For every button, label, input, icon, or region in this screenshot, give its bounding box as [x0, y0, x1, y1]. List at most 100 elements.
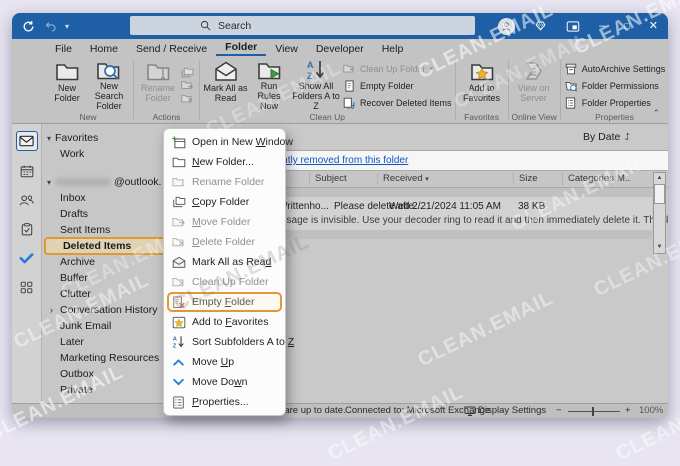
folder-label: Drafts — [60, 208, 88, 220]
zoom-slider-thumb[interactable] — [592, 407, 594, 416]
show-all-folders-button[interactable]: AZ Show All Folders A to Z — [290, 57, 342, 111]
column-separator — [377, 173, 378, 185]
menu-item-new-folder[interactable]: New Folder... — [164, 152, 285, 172]
folder-label: Sent Items — [60, 224, 110, 236]
display-settings-label[interactable]: Display Settings — [478, 405, 546, 416]
ribbon-tab-folder[interactable]: Folder — [216, 39, 266, 56]
column-header-size[interactable]: Size — [519, 173, 537, 184]
premium-diamond-icon[interactable] — [534, 20, 547, 32]
ribbon-tab-help[interactable]: Help — [373, 39, 413, 56]
recover-deleted-items-button[interactable]: Recover Deleted Items — [342, 94, 452, 111]
tasks-nav-icon[interactable] — [17, 220, 37, 238]
folder-properties-label: Folder Properties — [582, 98, 651, 108]
rename-folder-icon — [146, 59, 170, 83]
menu-item-label: Sort Subfolders A to Z — [192, 336, 294, 348]
undo-icon[interactable] — [45, 20, 57, 32]
rename-folder-icon — [171, 176, 186, 188]
search-input[interactable]: Search — [130, 16, 475, 35]
chevron-down-icon: ▾ — [47, 134, 51, 143]
new-search-folder-button[interactable]: New Search Folder — [88, 57, 130, 111]
todo-nav-icon[interactable] — [17, 249, 37, 267]
meet-now-icon[interactable] — [566, 21, 580, 32]
scroll-up-icon[interactable]: ▲ — [657, 173, 663, 184]
svg-text:Z: Z — [173, 344, 177, 349]
menu-item-move-up[interactable]: Move Up — [164, 352, 285, 372]
maximize-button[interactable]: □ — [624, 22, 629, 31]
account-avatar[interactable] — [498, 18, 515, 35]
add-to-favorites-icon — [470, 59, 494, 83]
scroll-down-icon[interactable]: ▼ — [657, 242, 663, 253]
menu-item-open-in-new-window[interactable]: Open in New Window — [164, 132, 285, 152]
sort-by-dropdown[interactable]: By Date ⌄ — [583, 131, 630, 143]
column-header-categories[interactable]: Categories — [568, 173, 614, 184]
zoom-out-button[interactable]: − — [556, 405, 562, 416]
autoarchive-settings-button[interactable]: AutoArchive Settings — [564, 60, 666, 77]
menu-item-label: Mark All as Read — [192, 256, 271, 268]
collapse-ribbon-button[interactable]: ⌃ — [652, 108, 660, 119]
folder-properties-button[interactable]: Folder Properties — [564, 94, 666, 111]
titlebar-controls: – □ ✕ — [498, 13, 658, 39]
folder-label: Later — [60, 336, 84, 348]
new-folder-icon — [55, 59, 79, 83]
vertical-scrollbar[interactable]: ▲ ▼ — [653, 172, 666, 254]
sort-direction-icon[interactable]: ↑ — [625, 130, 631, 142]
svg-text:A: A — [173, 337, 177, 343]
group-label-favorites: Favorites — [459, 111, 505, 123]
quick-access-chevron-icon[interactable]: ▾ — [65, 22, 69, 31]
svg-text:A: A — [307, 60, 314, 70]
close-button[interactable]: ✕ — [649, 21, 658, 32]
zoom-slider[interactable] — [568, 411, 620, 412]
menu-item-add-to-favorites[interactable]: Add to Favorites — [164, 312, 285, 332]
folder-label: Buffer — [60, 272, 88, 284]
ribbon-tab-home[interactable]: Home — [81, 39, 127, 56]
group-label-properties: Properties — [564, 111, 666, 123]
delete-folder-icon — [181, 93, 194, 104]
menu-item-label: Empty Folder — [192, 296, 254, 308]
column-header-m[interactable]: M.. — [617, 173, 630, 184]
people-nav-icon[interactable] — [17, 191, 37, 209]
autoarchive-settings-icon — [564, 63, 578, 75]
add-to-favorites-button[interactable]: Add to Favorites — [459, 57, 505, 111]
menu-item-mark-all-as-read[interactable]: Mark All as Read — [164, 252, 285, 272]
folder-label: Outbox — [60, 368, 94, 380]
minimize-button[interactable]: – — [599, 21, 605, 32]
menu-item-copy-folder[interactable]: Copy Folder — [164, 192, 285, 212]
delete-folder-icon — [171, 236, 186, 248]
ribbon-tab-view[interactable]: View — [266, 39, 307, 56]
folder-label: Conversation History — [60, 304, 157, 316]
calendar-nav-icon[interactable] — [17, 162, 37, 180]
group-label-online-view: Online View — [512, 111, 557, 123]
run-rules-now-button[interactable]: Run Rules Now — [248, 57, 290, 111]
view-on-server-icon: E — [522, 59, 546, 83]
menu-item-properties[interactable]: Properties... — [164, 392, 285, 412]
new-folder-button[interactable]: New Folder — [46, 57, 88, 111]
ribbon-tab-file[interactable]: File — [46, 39, 81, 56]
recover-deleted-items-label: Recover Deleted Items — [360, 98, 452, 108]
autoarchive-settings-label: AutoArchive Settings — [582, 64, 666, 74]
column-header-subject[interactable]: Subject — [315, 173, 347, 184]
svg-text:E: E — [530, 68, 537, 79]
menu-item-move-down[interactable]: Move Down — [164, 372, 285, 392]
message-preview: This message is invisible. Use your deco… — [246, 215, 668, 226]
scrollbar-thumb[interactable] — [654, 184, 665, 204]
ribbon-tab-send-receive[interactable]: Send / Receive — [127, 39, 216, 56]
send-receive-sync-icon[interactable] — [22, 20, 35, 33]
menu-item-sort-subfolders-a-to-z[interactable]: AZSort Subfolders A to Z — [164, 332, 285, 352]
ribbon-tab-developer[interactable]: Developer — [307, 39, 373, 56]
menu-item-empty-folder[interactable]: Empty Folder — [164, 292, 285, 312]
ribbon-divider — [560, 60, 561, 119]
zoom-in-button[interactable]: + — [625, 405, 631, 416]
clean-up-folder-label: Clean Up Folder — [360, 64, 426, 74]
message-received: Wed 2/21/2024 11:05 AM — [389, 201, 501, 212]
mail-nav-icon[interactable] — [16, 131, 38, 151]
folder-permissions-button[interactable]: Folder Permissions — [564, 77, 666, 94]
account-suffix: @outlook. — [114, 176, 161, 188]
display-settings-icon[interactable] — [464, 406, 476, 416]
ribbon-group-favorites: Add to Favorites Favorites — [457, 56, 507, 123]
empty-folder-ribbon-button[interactable]: Empty Folder — [342, 77, 452, 94]
main-area: ▾FavoritesWork▾@outlook.InboxDraftsSent … — [12, 124, 668, 403]
more-apps-icon[interactable] — [17, 278, 37, 296]
ribbon-group-online-view: E View on Server Online View — [510, 56, 559, 123]
column-header-received[interactable]: Received ▾ — [383, 173, 429, 184]
mark-all-as-read-button[interactable]: Mark All as Read — [203, 57, 248, 111]
